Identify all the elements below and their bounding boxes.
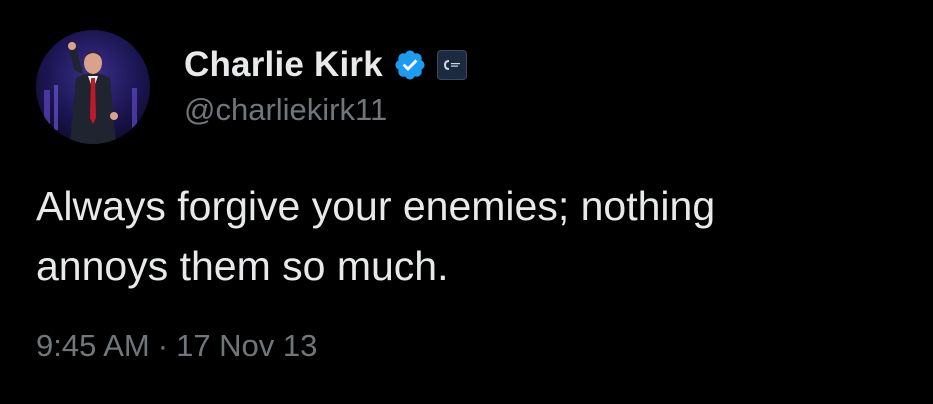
verified-badge-icon[interactable] [393,48,427,82]
avatar-image [36,30,150,144]
tweet-timestamp[interactable]: 9:45 AM · 17 Nov 13 [36,328,317,364]
tweet-date: 17 Nov 13 [176,328,318,363]
author-info: Charlie Kirk @charliekirk11 [184,42,467,128]
avatar[interactable] [36,30,150,144]
tweet-card: Charlie Kirk @charliekirk11 Always forgi… [0,0,933,404]
tweet-time: 9:45 AM [36,328,150,363]
author-name-row: Charlie Kirk [184,42,467,88]
tweet-text: Always forgive your enemies; nothing ann… [36,176,906,296]
organization-badge-icon[interactable] [436,50,467,80]
author-display-name[interactable]: Charlie Kirk [184,45,383,85]
tweet-header: Charlie Kirk @charliekirk11 [36,30,467,144]
author-handle[interactable]: @charliekirk11 [184,92,467,128]
tweet-text-line: Always forgive your enemies; nothing [36,183,716,229]
meta-separator: · [157,328,169,363]
tweet-text-line: annoys them so much. [36,243,449,289]
